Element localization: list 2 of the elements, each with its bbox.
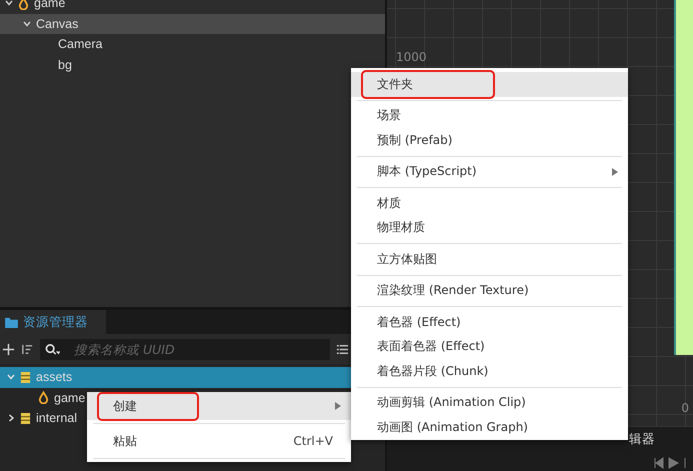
axis-label: 1000 <box>396 50 427 64</box>
axis-label: 0 <box>681 401 689 415</box>
